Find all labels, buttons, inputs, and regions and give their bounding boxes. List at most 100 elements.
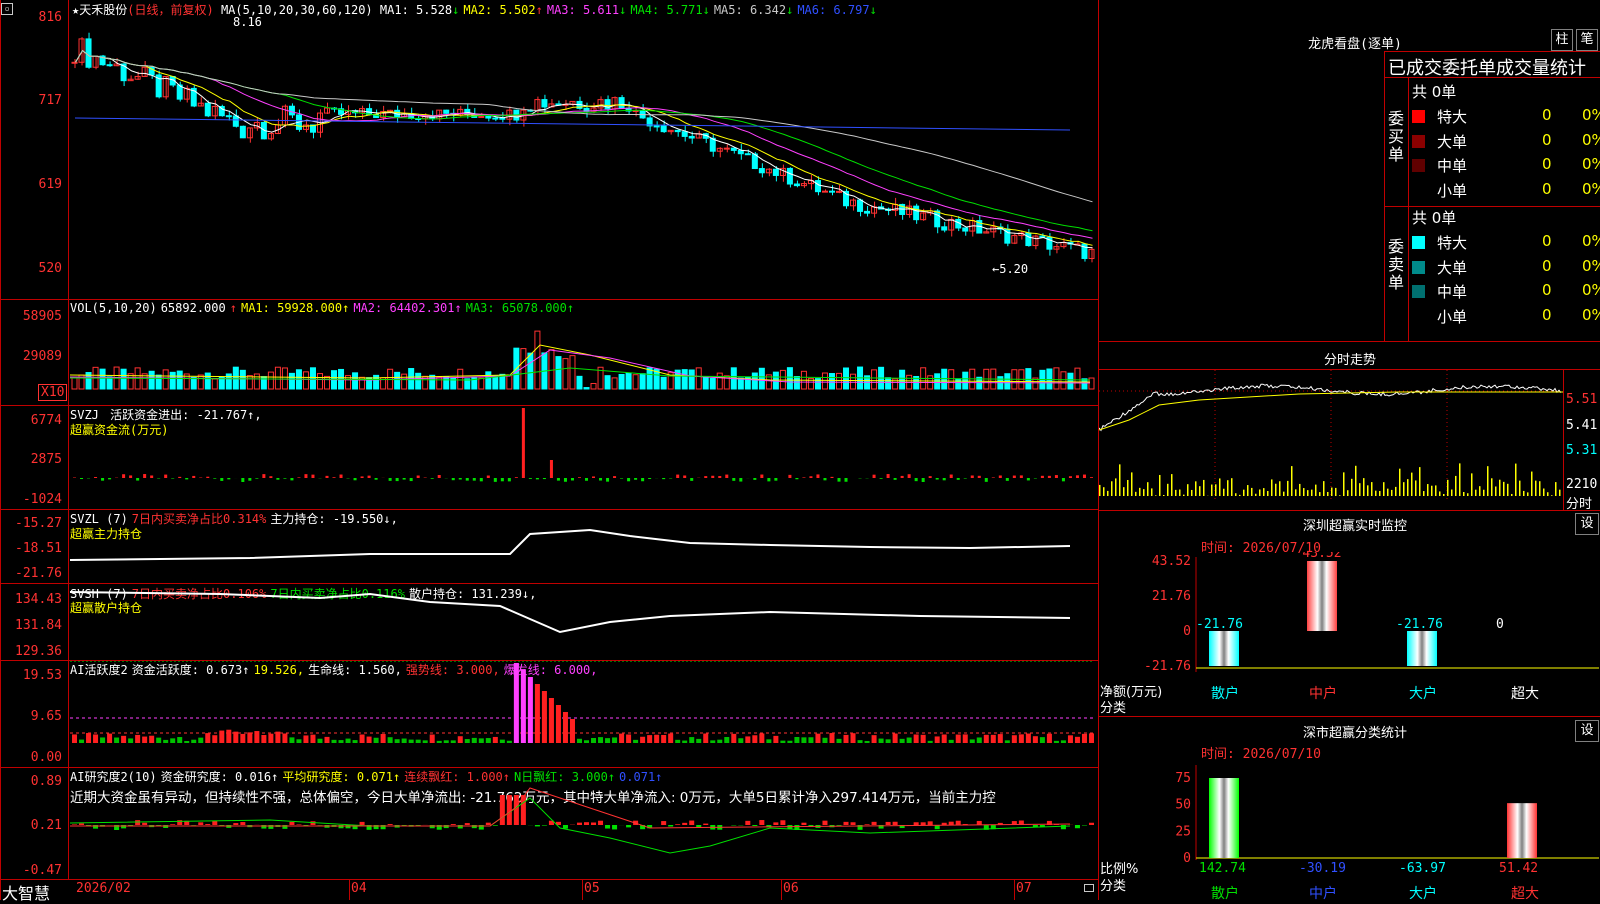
- fund-flow-bar: [753, 478, 756, 480]
- research-bar: [759, 820, 764, 825]
- intraday-volume-bar: [1547, 492, 1549, 496]
- activity-bar: [1054, 741, 1059, 743]
- research-bar: [542, 825, 547, 826]
- intraday-volume-bar: [1359, 483, 1361, 496]
- volume-bar: [486, 372, 491, 389]
- research-bar: [822, 821, 827, 825]
- candlestick-chart[interactable]: [70, 0, 1097, 298]
- volume-bar: [759, 368, 764, 389]
- intraday-volume-bar: [1523, 491, 1525, 496]
- intraday-volume-bar: [1255, 494, 1257, 496]
- activity-bar: [177, 737, 182, 743]
- volume-bar: [479, 378, 484, 389]
- vol-y-label: 58905: [0, 309, 62, 324]
- intraday-chart[interactable]: [1099, 370, 1563, 510]
- intraday-volume-bar: [1163, 495, 1165, 496]
- activity-bar: [479, 738, 484, 743]
- dragon-tiger-title: 龙虎看盘(逐单): [1260, 33, 1450, 52]
- research-bar: [388, 824, 393, 825]
- fund-flow-bar: [101, 478, 104, 481]
- ai-active-y-label: 0.00: [0, 750, 62, 765]
- volume-bar: [1047, 369, 1052, 389]
- svzl-chart[interactable]: [70, 510, 1097, 582]
- activity-bar: [577, 739, 582, 743]
- volume-bar: [836, 373, 841, 389]
- activity-bar: [703, 734, 708, 743]
- research-bar: [893, 822, 898, 825]
- volume-chart[interactable]: [70, 300, 1097, 404]
- sz-stats-settings-button[interactable]: 设: [1575, 720, 1599, 742]
- activity-bar: [808, 737, 813, 743]
- intraday-volume-bar: [1215, 484, 1217, 496]
- volume-bar: [1075, 368, 1080, 389]
- candle-body: [107, 65, 112, 66]
- fund-flow-bar: [718, 476, 721, 478]
- fund-flow-bar: [206, 477, 209, 478]
- svsh-chart[interactable]: [70, 584, 1097, 659]
- intraday-volume-bar: [1495, 486, 1497, 496]
- candle-body: [963, 228, 968, 231]
- intraday-volume-bar: [1351, 479, 1353, 496]
- fund-flow-bar: [1020, 475, 1023, 478]
- fund-flow-bar: [571, 478, 574, 480]
- tick-view-button[interactable]: 笔: [1576, 29, 1598, 51]
- volume-bar: [577, 376, 582, 389]
- fund-flow-bar: [929, 476, 932, 478]
- fund-flow-bar: [620, 478, 623, 479]
- intraday-volume-bar: [1107, 491, 1109, 496]
- activity-bar: [310, 735, 315, 743]
- fund-flow-bar: [325, 476, 328, 478]
- activity-bar: [738, 738, 743, 743]
- intraday-volume-bar: [1119, 464, 1121, 496]
- intraday-volume-bar: [1143, 489, 1145, 496]
- monitor-bar: [1209, 631, 1239, 666]
- svzj-chart[interactable]: [70, 406, 1097, 508]
- volume-bar: [317, 374, 322, 389]
- order-percent: 0%: [1582, 180, 1600, 198]
- volume-bar: [240, 370, 245, 389]
- stats-y-label: 75: [1175, 771, 1191, 786]
- fund-flow-bar: [466, 478, 469, 481]
- fund-flow-bar: [774, 478, 777, 481]
- brand-logo[interactable]: 大智慧: [2, 880, 50, 904]
- ai-research-chart[interactable]: [70, 768, 1097, 878]
- research-bar: [1075, 825, 1080, 828]
- activity-bar: [907, 738, 912, 743]
- activity-bar: [921, 735, 926, 743]
- fund-flow-bar: [452, 478, 455, 480]
- monitor-bar: [1307, 561, 1337, 631]
- activity-bar: [724, 737, 729, 743]
- volume-bar: [549, 350, 554, 389]
- fund-flow-bar: [823, 478, 826, 480]
- intraday-volume-bar: [1315, 485, 1317, 496]
- volume-bar: [556, 357, 561, 389]
- bar-view-button[interactable]: 柱: [1551, 29, 1573, 51]
- volume-bar: [584, 388, 589, 389]
- intraday-volume-bar: [1287, 481, 1289, 496]
- color-swatch: [1412, 159, 1425, 172]
- svzl-y-label: -21.76: [0, 566, 62, 581]
- fund-flow-bar: [943, 478, 946, 480]
- activity-bar: [416, 740, 421, 743]
- research-bar: [780, 820, 785, 825]
- ai-active-chart[interactable]: [70, 661, 1097, 766]
- activity-bar: [486, 738, 491, 743]
- volume-bar: [1068, 373, 1073, 389]
- intraday-volume-bar: [1539, 481, 1541, 496]
- activity-bar: [851, 733, 856, 743]
- research-bar: [465, 823, 470, 825]
- sz-monitor-settings-button[interactable]: 设: [1575, 513, 1599, 535]
- intraday-volume-bar: [1431, 486, 1433, 496]
- stats-y-label: 50: [1175, 798, 1191, 813]
- candle-body: [689, 136, 694, 138]
- sz-stats-chart[interactable]: 7550250142.74-30.19-63.9751.42散户中户大户超大: [1099, 760, 1599, 900]
- monitor-value-label: -21.76: [1196, 617, 1243, 632]
- intraday-volume-bar: [1103, 487, 1105, 496]
- sz-monitor-chart[interactable]: 43.5221.760-21.7643.52-21.76-21.760散户中户大…: [1099, 552, 1599, 712]
- lock-icon[interactable]: [1084, 884, 1094, 892]
- research-bar: [500, 795, 505, 825]
- research-bar: [605, 825, 610, 829]
- svzj-y-label: -1024: [0, 492, 62, 507]
- fund-flow-bar: [830, 477, 833, 478]
- fund-flow-bar: [178, 477, 181, 478]
